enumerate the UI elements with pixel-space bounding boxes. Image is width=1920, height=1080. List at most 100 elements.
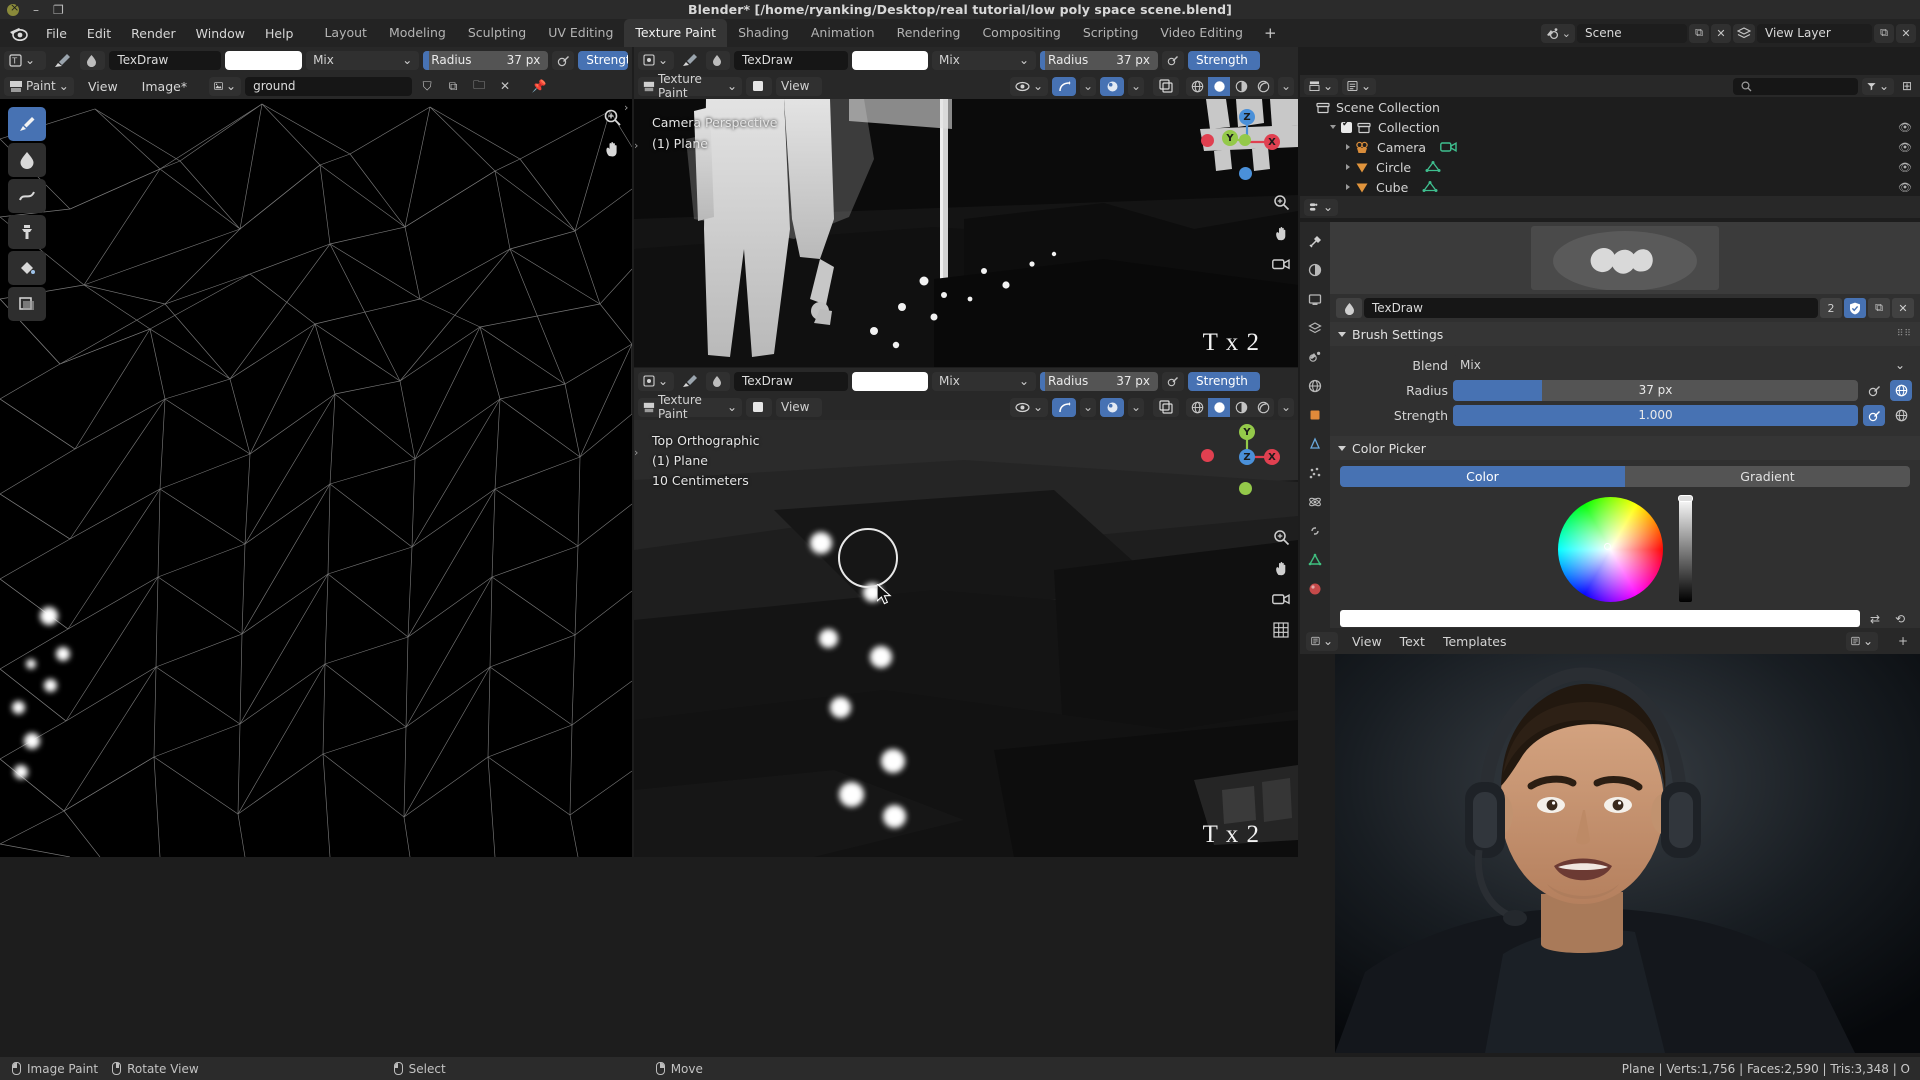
vp-bot-menu-view[interactable]: View <box>776 398 822 417</box>
vp-top-snap-icon[interactable] <box>1052 77 1076 96</box>
vp-bot-zoom-icon[interactable] <box>1270 526 1292 548</box>
vp-top-shading-modes[interactable] <box>1186 77 1274 96</box>
axis-z-positive[interactable]: Z <box>1239 449 1255 465</box>
hide-in-viewport-icon[interactable]: 👁 <box>1898 121 1912 134</box>
expand-arrow-icon[interactable] <box>1346 184 1350 190</box>
shading-solid-icon[interactable] <box>1208 77 1230 96</box>
vp-top-camera-icon[interactable] <box>1270 253 1292 275</box>
vp-top-editor-type-selector[interactable]: ⌄ <box>638 51 674 70</box>
properties-tab-data[interactable] <box>1305 551 1325 569</box>
editor-type-selector[interactable]: T ⌄ <box>4 51 46 70</box>
vp-top-proportional-dropdown-icon[interactable]: ⌄ <box>1128 77 1144 96</box>
open-image-icon[interactable]: 🗀 <box>468 77 490 96</box>
vp-top-strength-slider[interactable]: Strength <box>1188 51 1260 70</box>
scene-browse-icon[interactable]: ⌄ <box>1541 24 1575 43</box>
text-editor-menu-templates[interactable]: Templates <box>1443 634 1507 649</box>
vp-bot-brush-name-field[interactable]: TexDraw <box>734 372 848 391</box>
properties-tab-constraints[interactable] <box>1305 522 1325 540</box>
vp-top-pan-icon[interactable] <box>1270 222 1292 244</box>
menu-file[interactable]: File <box>36 23 77 44</box>
brush-data-icon[interactable] <box>80 51 106 70</box>
vp-top-axis-gizmo[interactable]: Z X Y <box>1210 105 1284 179</box>
vp-bot-brush-data-icon[interactable] <box>706 372 730 391</box>
swap-colors-icon[interactable]: ⇄ <box>1865 610 1885 627</box>
vp-top-sidebar-toggle[interactable]: › <box>634 139 643 152</box>
workspace-tab-scripting[interactable]: Scripting <box>1072 19 1150 47</box>
workspace-tab-rendering[interactable]: Rendering <box>886 19 972 47</box>
outliner-row-scene-collection[interactable]: Scene Collection <box>1300 97 1920 117</box>
blend-value-dropdown[interactable]: Mix⌄ <box>1453 355 1912 376</box>
hide-in-viewport-icon[interactable]: 👁 <box>1898 181 1912 194</box>
zoom-icon[interactable] <box>600 105 624 129</box>
strength-unit-scene-icon[interactable] <box>1890 405 1912 426</box>
outliner-editor-type-selector[interactable]: ⌄ <box>1304 78 1338 95</box>
strength-prop-slider[interactable]: 1.000 <box>1453 405 1858 426</box>
gradient-tab[interactable]: Gradient <box>1625 466 1910 487</box>
expand-arrow-icon[interactable] <box>1330 125 1336 129</box>
vp-top-zoom-icon[interactable] <box>1270 191 1292 213</box>
expand-arrow-icon[interactable] <box>1346 144 1350 150</box>
view-layer-icon[interactable] <box>1733 24 1755 43</box>
brush-browse-icon[interactable] <box>1336 298 1362 318</box>
radius-slider[interactable]: Radius 37 px <box>423 51 548 70</box>
pin-icon[interactable]: 📌 <box>528 77 550 96</box>
axis-x-negative[interactable] <box>1201 134 1214 147</box>
axis-z-positive[interactable]: Z <box>1239 109 1255 125</box>
vp-top-blend-selector[interactable]: Mix⌄ <box>932 51 1036 70</box>
shading-material-icon[interactable] <box>1230 398 1252 417</box>
vp-bot-xray-icon[interactable] <box>1153 398 1179 417</box>
menu-edit[interactable]: Edit <box>77 23 121 44</box>
duplicate-icon[interactable]: ⧉ <box>1868 298 1890 318</box>
add-workspace-button[interactable]: + <box>1254 19 1287 47</box>
mask-tool-button[interactable] <box>8 287 46 321</box>
vp-top-snap-dropdown-icon[interactable]: ⌄ <box>1080 77 1096 96</box>
image-editor-mode-selector[interactable]: Paint⌄ <box>4 77 74 96</box>
vp-bot-axis-gizmo[interactable]: Y X Z <box>1210 420 1284 494</box>
menu-help[interactable]: Help <box>255 23 304 44</box>
workspace-tab-sculpting[interactable]: Sculpting <box>457 19 537 47</box>
text-editor-type-selector[interactable]: ⌄ <box>1306 632 1338 651</box>
properties-tab-output[interactable] <box>1305 290 1325 308</box>
workspace-tab-video-editing[interactable]: Video Editing <box>1149 19 1254 47</box>
view-layer-name-field[interactable]: View Layer <box>1757 24 1872 43</box>
collection-visibility-checkbox[interactable] <box>1341 122 1352 133</box>
outliner-display-mode-selector[interactable]: ⌄ <box>1342 78 1376 95</box>
axis-y-positive[interactable]: Y <box>1239 424 1255 440</box>
menu-render[interactable]: Render <box>121 23 186 44</box>
vp-bot-radius-pressure-icon[interactable] <box>1162 372 1184 391</box>
section-drag-handle[interactable]: ⠿⠿ <box>1897 329 1912 339</box>
image-canvas[interactable] <box>0 99 632 857</box>
new-image-icon[interactable]: ⧉ <box>442 77 464 96</box>
mesh-data-icon[interactable] <box>1422 180 1438 194</box>
vp-top-proportional-edit-icon[interactable] <box>1100 77 1124 96</box>
color-value-knob[interactable] <box>1678 495 1693 502</box>
active-color-swatch[interactable] <box>1340 610 1860 627</box>
draw-tool-button[interactable] <box>8 107 46 141</box>
strength-pressure-toggle-icon[interactable] <box>1863 405 1885 426</box>
axis-y-positive[interactable]: Y <box>1222 130 1238 146</box>
brush-name-value[interactable]: TexDraw <box>1364 298 1818 318</box>
vp-top-visibility-icon[interactable]: ⌄ <box>1010 77 1048 96</box>
properties-tab-particles[interactable] <box>1305 464 1325 482</box>
axis-x-positive[interactable]: X <box>1264 134 1280 150</box>
properties-tab-scene[interactable] <box>1305 348 1325 366</box>
vp-top-brush-data-icon[interactable] <box>706 51 730 70</box>
properties-tab-render[interactable] <box>1305 261 1325 279</box>
vp-top-radius-pressure-icon[interactable] <box>1162 51 1184 70</box>
properties-tab-viewlayer[interactable] <box>1305 319 1325 337</box>
new-text-button[interactable]: + <box>1892 632 1914 651</box>
color-picker-section-header[interactable]: Color Picker <box>1330 436 1920 460</box>
viewport-bottom-canvas[interactable]: Top Orthographic (1) Plane 10 Centimeter… <box>634 420 1298 857</box>
radius-pressure-toggle-icon[interactable] <box>1863 380 1885 401</box>
outliner-row-camera[interactable]: Camera👁 <box>1300 137 1920 157</box>
camera-data-icon[interactable] <box>1440 140 1457 154</box>
properties-tab-physics[interactable] <box>1305 493 1325 511</box>
shading-rendered-icon[interactable] <box>1252 77 1274 96</box>
expand-arrow-icon[interactable] <box>1346 164 1350 170</box>
brush-color-swatch[interactable] <box>225 51 302 70</box>
new-scene-icon[interactable]: ⧉ <box>1689 24 1709 43</box>
image-editor-menu-image[interactable]: Image* <box>132 76 197 97</box>
outliner-row-collection[interactable]: Collection👁 <box>1300 117 1920 137</box>
vp-bot-camera-icon[interactable] <box>1270 588 1292 610</box>
vp-top-menu-view[interactable]: View <box>776 77 822 96</box>
